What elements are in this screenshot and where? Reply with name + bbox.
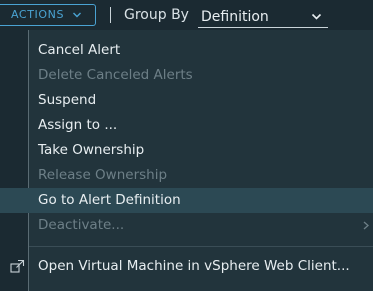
group-by-label: Group By xyxy=(124,7,189,23)
external-link-icon xyxy=(10,259,25,273)
menu-item-cancel-alert[interactable]: Cancel Alert xyxy=(0,38,373,63)
menu-item-label: Cancel Alert xyxy=(38,42,121,58)
chevron-right-icon xyxy=(363,221,369,230)
actions-button-label: ACTIONS xyxy=(11,8,65,21)
group-by-select[interactable]: Definition xyxy=(198,4,328,28)
menu-item-label: Take Ownership xyxy=(38,142,145,158)
menu-item-suspend[interactable]: Suspend xyxy=(0,88,373,113)
menu-item-take-ownership[interactable]: Take Ownership xyxy=(0,138,373,163)
menu-item-release-ownership: Release Ownership xyxy=(0,163,373,188)
menu-item-label: Delete Canceled Alerts xyxy=(38,67,193,83)
actions-dropdown-menu: Cancel Alert Delete Canceled Alerts Susp… xyxy=(0,30,373,291)
group-by-selected-value: Definition xyxy=(201,9,269,25)
menu-item-label: Go to Alert Definition xyxy=(38,192,181,208)
menu-item-delete-canceled-alerts: Delete Canceled Alerts xyxy=(0,63,373,88)
toolbar-separator xyxy=(110,7,111,23)
menu-item-open-vm-in-vsphere[interactable]: Open Virtual Machine in vSphere Web Clie… xyxy=(0,254,373,279)
chevron-down-icon xyxy=(73,12,81,18)
chevron-down-icon xyxy=(311,13,322,20)
menu-item-label: Suspend xyxy=(38,92,97,108)
toolbar: ACTIONS Group By Definition xyxy=(0,0,373,30)
actions-button[interactable]: ACTIONS xyxy=(0,4,96,26)
menu-item-deactivate: Deactivate... xyxy=(0,213,373,238)
menu-item-assign-to[interactable]: Assign to ... xyxy=(0,113,373,138)
menu-item-label: Deactivate... xyxy=(38,217,125,233)
menu-divider xyxy=(29,246,373,247)
menu-item-label: Release Ownership xyxy=(38,167,168,183)
menu-item-label: Assign to ... xyxy=(38,117,118,133)
menu-item-go-to-alert-definition[interactable]: Go to Alert Definition xyxy=(0,188,373,213)
menu-item-label: Open Virtual Machine in vSphere Web Clie… xyxy=(38,258,350,274)
